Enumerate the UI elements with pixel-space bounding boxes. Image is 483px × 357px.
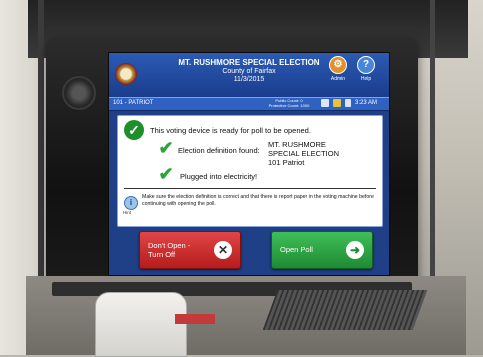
info-icon[interactable]: i [124, 196, 138, 210]
checkmark-icon: ✔ [158, 164, 174, 184]
election-date: 11/3/2015 [233, 76, 265, 83]
dont-open-label: Don't Open - Turn Off [148, 241, 210, 259]
admin-label: Admin [330, 76, 346, 82]
status-bar: 101 - PATRIOT Public Count: 0 Protective… [109, 97, 389, 111]
help-icon: ? [357, 56, 375, 74]
x-icon: ✕ [214, 241, 232, 259]
checkmark-icon: ✓ [124, 120, 144, 140]
open-poll-button[interactable]: Open Poll ➜ [271, 231, 373, 269]
help-label: Help [360, 76, 372, 82]
ready-message: This voting device is ready for poll to … [150, 126, 311, 135]
divider [124, 188, 376, 189]
definition-value-line: MT. RUSHMORE [268, 140, 326, 149]
dont-open-label-line: Don't Open - [148, 241, 191, 250]
admin-icon: ⚙ [329, 56, 347, 74]
ballot-slot-grille [262, 290, 428, 330]
definition-value-line: SPECIAL ELECTION [268, 149, 339, 158]
county-seal-icon [115, 63, 137, 85]
screen-header: MT. RUSHMORE SPECIAL ELECTION County of … [109, 53, 389, 97]
clock: 3:23 AM [355, 100, 378, 106]
hint-label: Hint [123, 210, 132, 215]
power-icon [345, 99, 351, 107]
protective-count: Protective Count: 1000 [268, 103, 310, 108]
admin-button[interactable]: ⚙ Admin [327, 56, 349, 84]
status-panel: ✓ This voting device is ready for poll t… [117, 115, 383, 227]
definition-value: MT. RUSHMORE SPECIAL ELECTION 101 Patrio… [268, 140, 378, 167]
disk-icon [321, 99, 329, 107]
help-button[interactable]: ? Help [355, 56, 377, 84]
definition-value-line: 101 Patriot [268, 158, 305, 167]
county-name: County of Fairfax [222, 68, 276, 75]
election-title: MT. RUSHMORE SPECIAL ELECTION [178, 58, 320, 67]
open-poll-label: Open Poll [280, 245, 313, 254]
printer-roll [95, 292, 187, 357]
hint-text: Make sure the election definition is cor… [142, 194, 374, 207]
speaker-grille [62, 76, 96, 110]
checkmark-icon: ✔ [158, 138, 174, 158]
definition-label: Election definition found: [178, 146, 260, 155]
dont-open-label-line: Turn Off [148, 250, 176, 259]
voting-machine-screen: MT. RUSHMORE SPECIAL ELECTION County of … [108, 52, 390, 276]
printer-slot [175, 314, 215, 324]
dont-open-turn-off-button[interactable]: Don't Open - Turn Off ✕ [139, 231, 241, 269]
ballot-counts: Public Count: 0 Protective Count: 1000 [259, 98, 319, 108]
memory-card-icon [333, 99, 341, 107]
precinct-label: 101 - PATRIOT [113, 100, 154, 106]
arrow-right-icon: ➜ [346, 241, 364, 259]
power-status-label: Plugged into electricity! [180, 172, 258, 181]
